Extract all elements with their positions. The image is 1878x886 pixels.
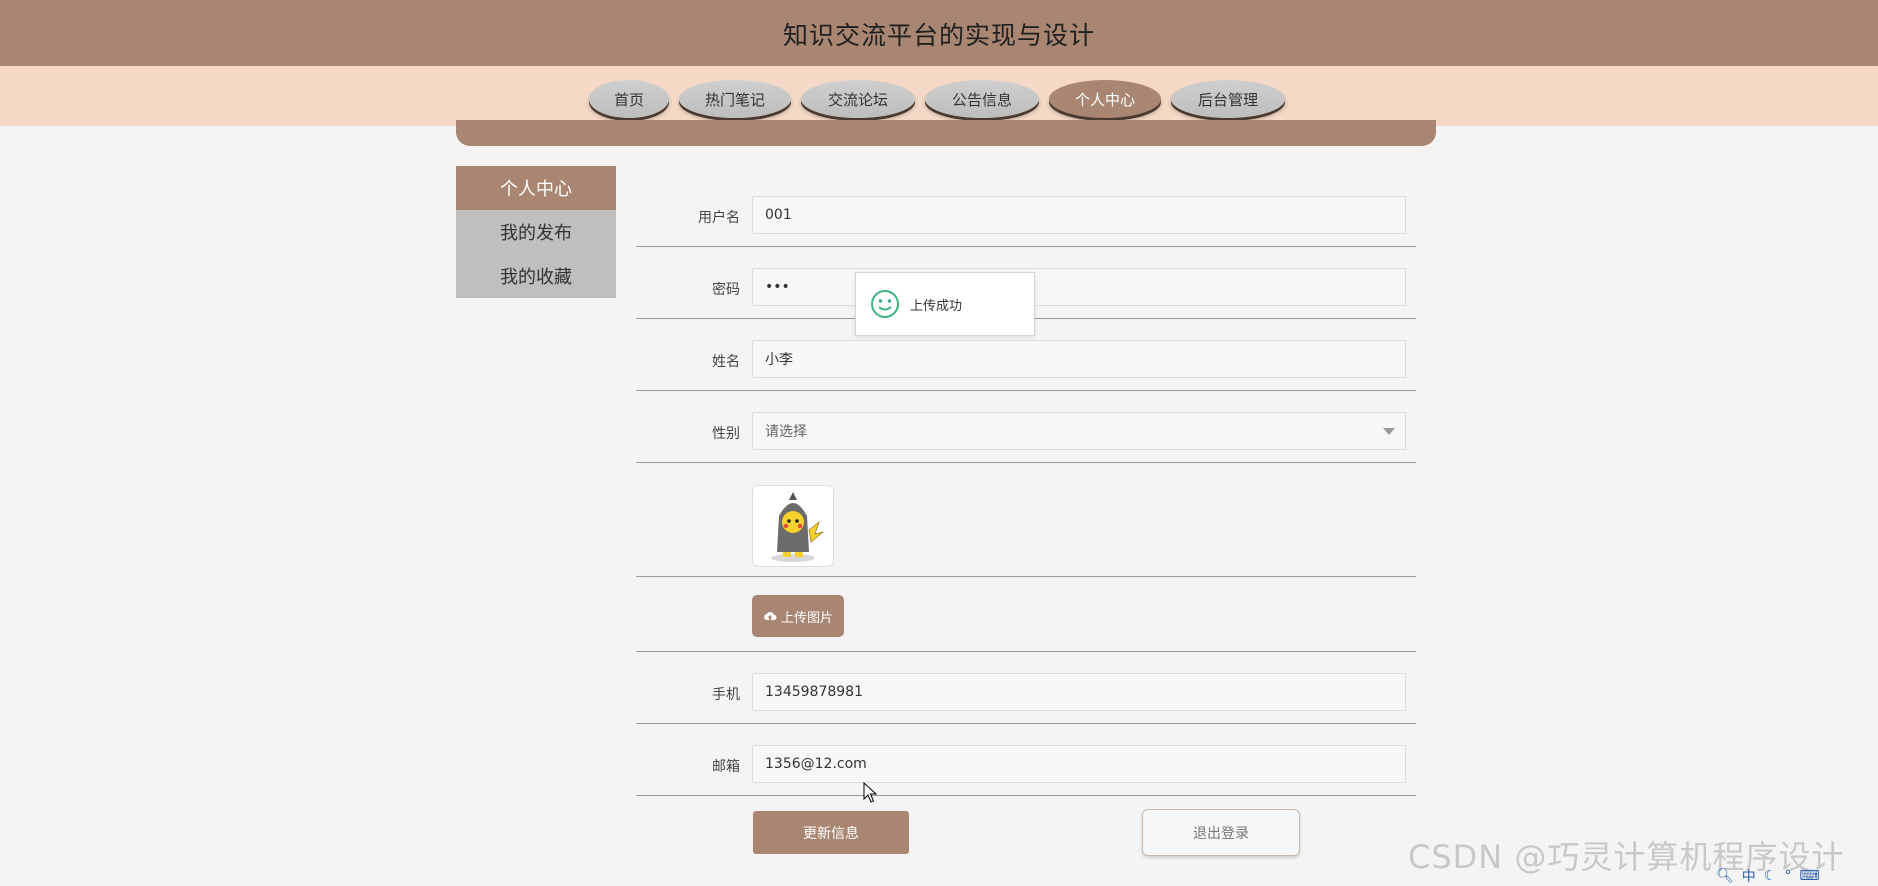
search-icon[interactable]: 🔍︎ (1716, 868, 1734, 884)
sidebar-item-my-favorites[interactable]: 我的收藏 (456, 254, 616, 298)
ime-indicator[interactable]: 中 (1742, 866, 1756, 886)
username-row: 用户名 (636, 176, 1416, 247)
password-label: 密码 (712, 282, 740, 298)
update-info-button[interactable]: 更新信息 (753, 811, 909, 854)
cloud-upload-icon (764, 612, 777, 621)
site-title: 知识交流平台的实现与设计 (782, 21, 1095, 50)
name-input[interactable] (752, 340, 1406, 378)
avatar-row (636, 463, 1416, 577)
phone-label: 手机 (712, 687, 740, 703)
nav-item-forum[interactable]: 交流论坛 (801, 80, 915, 118)
nav-bar: 首页 热门笔记 交流论坛 公告信息 个人中心 后台管理 (0, 66, 1878, 126)
email-row: 邮箱 (636, 724, 1416, 796)
username-input[interactable] (752, 196, 1406, 234)
email-label: 邮箱 (712, 759, 740, 775)
nav-item-announcements[interactable]: 公告信息 (925, 80, 1039, 118)
gender-select[interactable]: 请选择 (752, 412, 1406, 450)
gender-row: 性别 请选择 (636, 391, 1416, 463)
profile-form: 用户名 密码 姓名 性别 请选择 (636, 176, 1416, 796)
phone-input[interactable] (752, 673, 1406, 711)
upload-success-toast: 上传成功 (855, 272, 1035, 336)
upload-button-label: 上传图片 (780, 610, 833, 626)
mouse-cursor-icon (863, 782, 878, 803)
sidebar-item-personal-center[interactable]: 个人中心 (456, 166, 616, 210)
sidebar: 个人中心 我的发布 我的收藏 (456, 166, 616, 298)
password-input[interactable] (752, 268, 1406, 306)
gender-select-placeholder: 请选择 (765, 424, 807, 440)
system-tray: 🔍︎ 中 ☾ ° ⌨ (1716, 866, 1878, 886)
upload-row: 上传图片 (636, 577, 1416, 652)
avatar-image-icon (771, 492, 824, 562)
nav-item-home[interactable]: 首页 (589, 80, 669, 118)
section-header-bar (456, 120, 1436, 146)
smile-icon (871, 290, 899, 318)
toast-message: 上传成功 (910, 298, 963, 314)
keyboard-icon[interactable]: ⌨ (1799, 868, 1819, 884)
gender-label: 性别 (712, 426, 740, 442)
nav-item-personal-center[interactable]: 个人中心 (1049, 80, 1161, 118)
username-label: 用户名 (698, 210, 740, 226)
phone-row: 手机 (636, 652, 1416, 724)
upload-image-button[interactable]: 上传图片 (752, 595, 844, 637)
avatar (752, 485, 834, 567)
punctuation-icon[interactable]: ° (1784, 868, 1791, 884)
nav-item-admin[interactable]: 后台管理 (1171, 80, 1285, 118)
sidebar-item-my-posts[interactable]: 我的发布 (456, 210, 616, 254)
email-input[interactable] (752, 745, 1406, 783)
chevron-down-icon (1383, 428, 1395, 435)
moon-icon[interactable]: ☾ (1764, 868, 1777, 884)
name-label: 姓名 (712, 354, 740, 370)
top-header: 知识交流平台的实现与设计 (0, 0, 1878, 66)
logout-button[interactable]: 退出登录 (1142, 809, 1300, 856)
nav-item-hot-notes[interactable]: 热门笔记 (679, 80, 791, 118)
